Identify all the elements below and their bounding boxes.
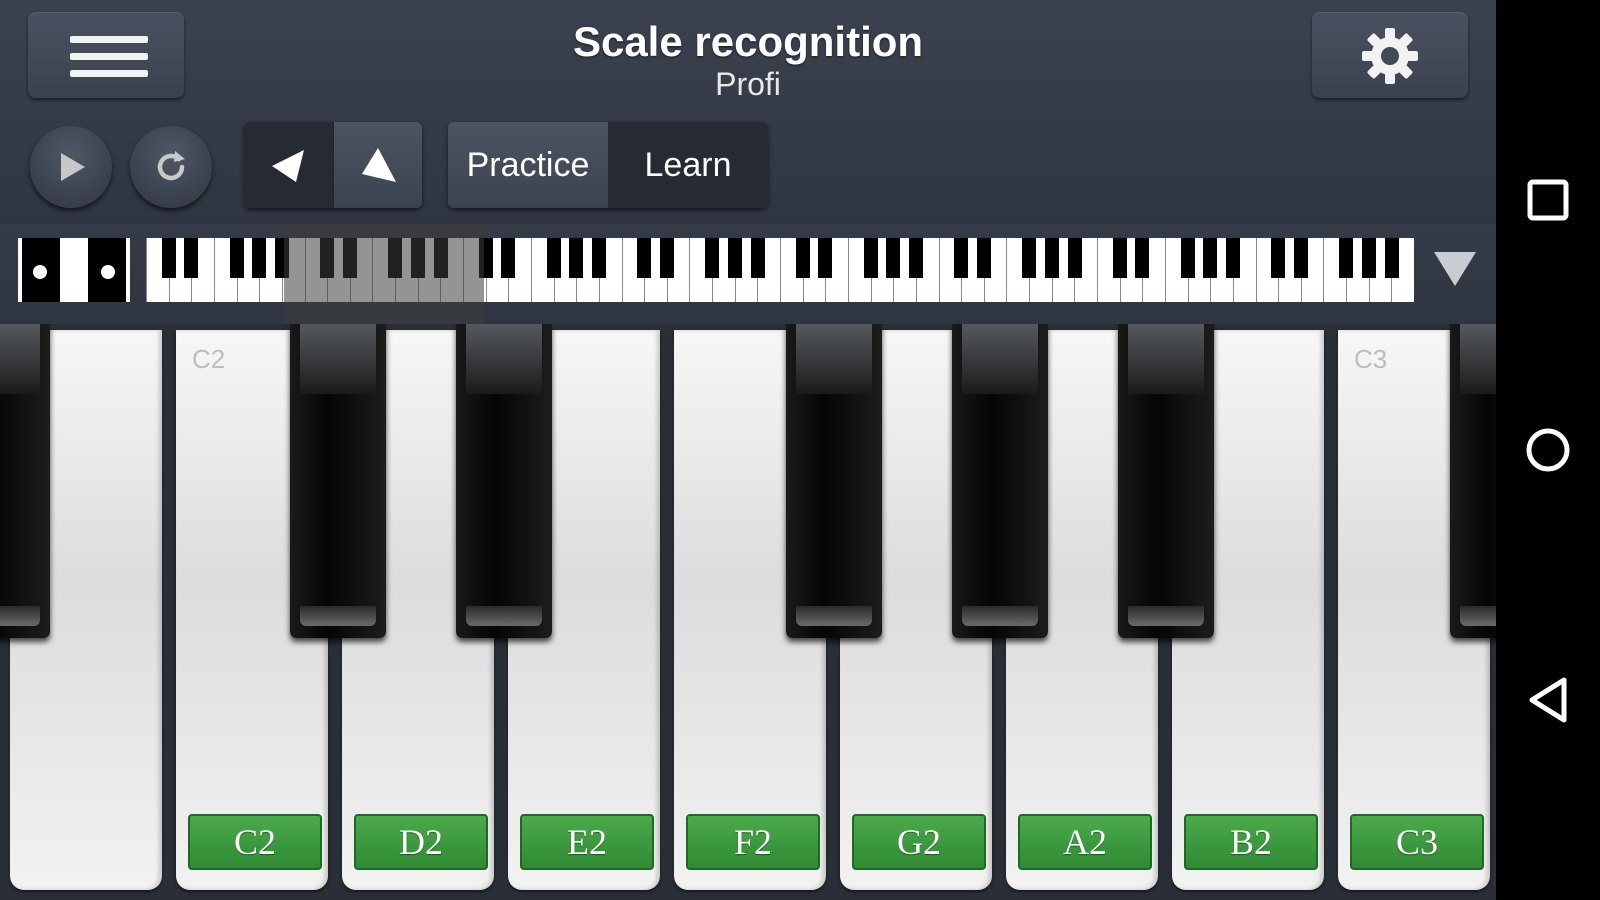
keyboard-zoom-icon[interactable] [18, 238, 130, 302]
back-icon[interactable] [1524, 676, 1572, 724]
black-key-a-sharp-1[interactable] [0, 324, 50, 638]
black-key-d-sharp-2[interactable] [456, 324, 552, 638]
repeat-icon [157, 151, 185, 181]
note-label: A2 [1018, 814, 1152, 870]
black-key-a-sharp-2[interactable] [1118, 324, 1214, 638]
play-button[interactable] [30, 126, 112, 208]
android-nav-bar [1496, 0, 1600, 900]
learn-tab[interactable]: Learn [608, 122, 768, 208]
learn-label: Learn [644, 146, 732, 184]
play-icon [61, 153, 85, 181]
repeat-button[interactable] [130, 126, 212, 208]
black-key-c-sharp-3[interactable] [1450, 324, 1496, 638]
visible-range-window[interactable] [284, 224, 484, 324]
note-label: D2 [354, 814, 488, 870]
black-key-f-sharp-2[interactable] [786, 324, 882, 638]
mode-toggle: Practice Learn [448, 122, 768, 208]
direction-toggle [244, 122, 422, 208]
settings-button[interactable] [1312, 12, 1468, 98]
octave-marker: C2 [192, 344, 226, 374]
page-title: Scale recognition [572, 18, 924, 65]
ascending-arrow-icon [361, 148, 396, 182]
note-label: C3 [1350, 814, 1484, 870]
top-bar: Scale recognition Profi [0, 0, 1496, 112]
practice-tab[interactable]: Practice [448, 122, 608, 208]
note-label: C2 [188, 814, 322, 870]
note-label: F2 [686, 814, 820, 870]
triangle-down-icon[interactable] [1430, 246, 1480, 290]
ascending-button[interactable] [332, 122, 422, 208]
practice-label: Practice [466, 146, 590, 184]
page-subtitle: Profi [715, 66, 781, 102]
octave-marker: C3 [1354, 344, 1388, 374]
keyboard-overview [0, 224, 1496, 324]
descending-button[interactable] [244, 122, 333, 208]
black-key-c-sharp-2[interactable] [290, 324, 386, 638]
piano-keyboard: C2 C2 D2 E2 F2 G2 A2 B2 C3 C3 [0, 324, 1496, 900]
black-key-g-sharp-2[interactable] [952, 324, 1048, 638]
note-label: B2 [1184, 814, 1318, 870]
recent-apps-icon[interactable] [1524, 176, 1572, 224]
note-label: E2 [520, 814, 654, 870]
note-label: G2 [852, 814, 986, 870]
home-icon[interactable] [1524, 426, 1572, 474]
scale-recognition-app: Scale recognition Profi Practice Learn C… [0, 0, 1496, 900]
controls-row: Practice Learn [0, 112, 1496, 224]
descending-arrow-icon [272, 150, 304, 182]
gear-icon [1362, 28, 1418, 84]
